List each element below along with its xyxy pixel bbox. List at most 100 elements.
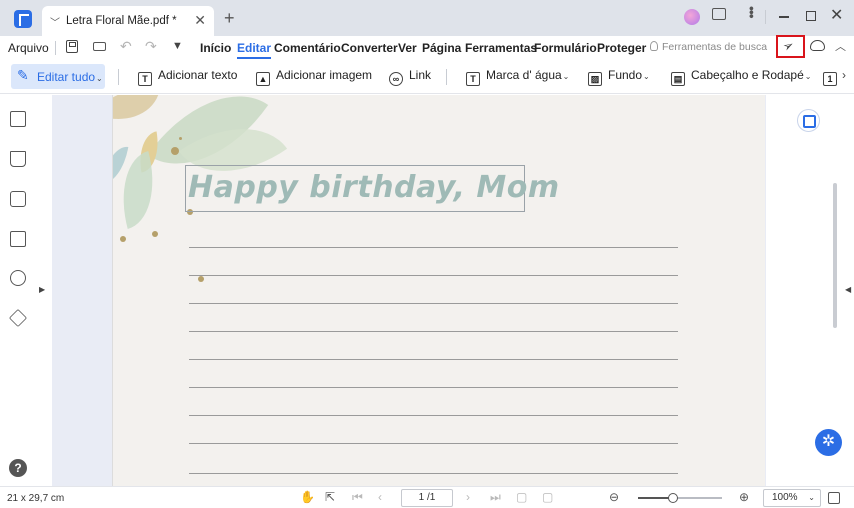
background-button[interactable]: ▨ Fundo⌄	[588, 68, 650, 86]
previous-page-icon[interactable]: ‹	[378, 490, 382, 504]
add-image-button[interactable]: ▲ Adicionar imagem	[256, 68, 372, 86]
next-page-icon[interactable]: ›	[466, 490, 470, 504]
greeting-text[interactable]: Happy birthday, Mom	[188, 170, 560, 205]
menu-proteger[interactable]: Proteger	[597, 41, 646, 55]
menu-comentario[interactable]: Comentário	[274, 41, 341, 55]
chevron-down-icon: ⌄	[804, 72, 812, 81]
message-icon[interactable]	[712, 8, 726, 20]
minimize-button[interactable]	[779, 16, 789, 18]
ruled-line	[189, 387, 678, 388]
link-label: Link	[409, 68, 432, 82]
divider	[765, 10, 766, 24]
menu-file[interactable]: Arquivo	[8, 41, 49, 55]
decor-dot	[179, 137, 182, 140]
ruled-line	[189, 443, 678, 444]
bookmark-icon[interactable]	[10, 151, 26, 167]
zoom-slider-handle[interactable]	[668, 493, 679, 503]
edit-all-button[interactable]: ✎ Editar tudo⌄	[11, 64, 105, 89]
undo-icon[interactable]: ↶	[120, 38, 132, 55]
ruled-line	[189, 415, 678, 416]
new-tab-button[interactable]: +	[224, 8, 235, 29]
assistant-icon[interactable]: ✲	[815, 429, 842, 456]
status-bar: 21 x 29,7 cm ✋ ⇱ ⏮ ‹ 1 /1 › ⏭ ▢ ▢ ⊖ ⊕ 10…	[0, 486, 854, 508]
search-icon[interactable]	[10, 270, 26, 286]
ruled-line	[189, 303, 678, 304]
menu-ferramentas[interactable]: Ferramentas	[465, 41, 537, 55]
menu-ver[interactable]: Ver	[398, 41, 417, 55]
left-sidebar	[0, 95, 36, 486]
text-icon: T	[138, 72, 152, 86]
zoom-level-select[interactable]: 100% ⌄	[763, 489, 821, 507]
layers-icon[interactable]	[8, 308, 28, 328]
image-icon: ▲	[256, 72, 270, 86]
thumbnails-icon[interactable]	[10, 111, 26, 127]
menu-converter[interactable]: Converter	[341, 41, 398, 55]
add-text-label: Adicionar texto	[158, 68, 238, 82]
search-tools-link[interactable]: Ferramentas de busca	[650, 41, 767, 53]
help-icon[interactable]: ?	[9, 459, 27, 477]
chevron-down-icon: ⌄	[808, 493, 815, 502]
document-tab[interactable]: ﹀ Letra Floral Mãe.pdf * ✕	[42, 6, 214, 36]
edit-all-label: Editar tudo	[37, 70, 96, 84]
zoom-slider[interactable]	[638, 493, 722, 503]
quick-access-dropdown-icon[interactable]: ▼	[172, 40, 183, 52]
menu-inicio[interactable]: Início	[200, 41, 231, 55]
last-page-icon[interactable]: ⏭	[490, 490, 501, 505]
hand-tool-icon[interactable]: ✋	[300, 490, 315, 504]
header-footer-icon: ▤	[671, 72, 685, 86]
collapse-ribbon-icon[interactable]: ︿	[835, 38, 846, 54]
ruled-line	[189, 331, 678, 332]
tab-chevron-icon: ﹀	[50, 18, 60, 29]
watermark-button[interactable]: T Marca d' água⌄	[466, 68, 569, 86]
save-icon[interactable]	[66, 40, 78, 53]
search-tools-label: Ferramentas de busca	[662, 41, 768, 53]
redo-icon[interactable]: ↷	[145, 38, 157, 55]
ruled-line	[189, 473, 678, 474]
menu-pagina[interactable]: Página	[422, 41, 461, 55]
edit-toolbar: ✎ Editar tudo⌄ T Adicionar texto ▲ Adicion…	[0, 60, 854, 94]
maximize-button[interactable]	[806, 11, 816, 21]
expand-right-panel-icon[interactable]: ◀	[845, 285, 851, 294]
toolbar-scroll-right-icon[interactable]: ›	[842, 68, 846, 82]
app-logo-icon[interactable]	[14, 10, 32, 28]
vertical-scrollbar[interactable]	[833, 183, 837, 328]
menu-bar: Arquivo ↶ ↷ ▼ Início Editar Comentário C…	[0, 36, 854, 60]
pencil-icon: ✎	[17, 67, 29, 83]
cloud-upload-icon[interactable]	[810, 40, 825, 51]
ruled-line	[189, 247, 678, 248]
lightbulb-icon	[650, 41, 658, 51]
attachment-icon[interactable]	[10, 231, 26, 247]
first-page-icon[interactable]: ⏮	[352, 490, 363, 505]
close-window-button[interactable]: ✕	[830, 5, 843, 25]
link-icon: ∞	[389, 72, 403, 86]
ocr-icon[interactable]	[797, 109, 820, 132]
select-tool-icon[interactable]: ⇱	[325, 490, 335, 504]
comment-icon[interactable]	[10, 191, 26, 207]
add-text-button[interactable]: T Adicionar texto	[138, 68, 237, 86]
single-page-icon[interactable]: ▢	[516, 490, 527, 504]
expand-left-panel-icon[interactable]: ▶	[39, 285, 45, 294]
close-tab-icon[interactable]: ✕	[194, 12, 206, 29]
two-page-icon[interactable]: ▢	[542, 490, 553, 504]
print-icon[interactable]	[93, 42, 106, 51]
link-button[interactable]: ∞ Link	[389, 68, 431, 86]
menu-editar[interactable]: Editar	[237, 41, 272, 59]
page-number-icon: 1	[823, 72, 837, 86]
header-footer-button[interactable]: ▤ Cabeçalho e Rodapé⌄	[671, 68, 811, 86]
divider	[118, 69, 119, 85]
avatar[interactable]	[684, 9, 700, 25]
divider	[55, 41, 56, 55]
background-icon: ▨	[588, 72, 602, 86]
zoom-out-icon[interactable]: ⊖	[609, 490, 619, 504]
decor-dot	[171, 147, 179, 155]
menu-formulario[interactable]: Formulário	[534, 41, 597, 55]
more-options-icon[interactable]: •••	[744, 6, 760, 18]
zoom-level-label: 100%	[772, 492, 798, 503]
zoom-in-icon[interactable]: ⊕	[739, 490, 749, 504]
document-page[interactable]	[112, 95, 765, 486]
divider	[446, 69, 447, 85]
chevron-down-icon: ⌄	[96, 74, 103, 83]
fit-page-icon[interactable]	[828, 492, 840, 504]
page-number-input[interactable]: 1 /1	[401, 489, 453, 507]
page-number-button[interactable]: 1	[823, 68, 843, 86]
